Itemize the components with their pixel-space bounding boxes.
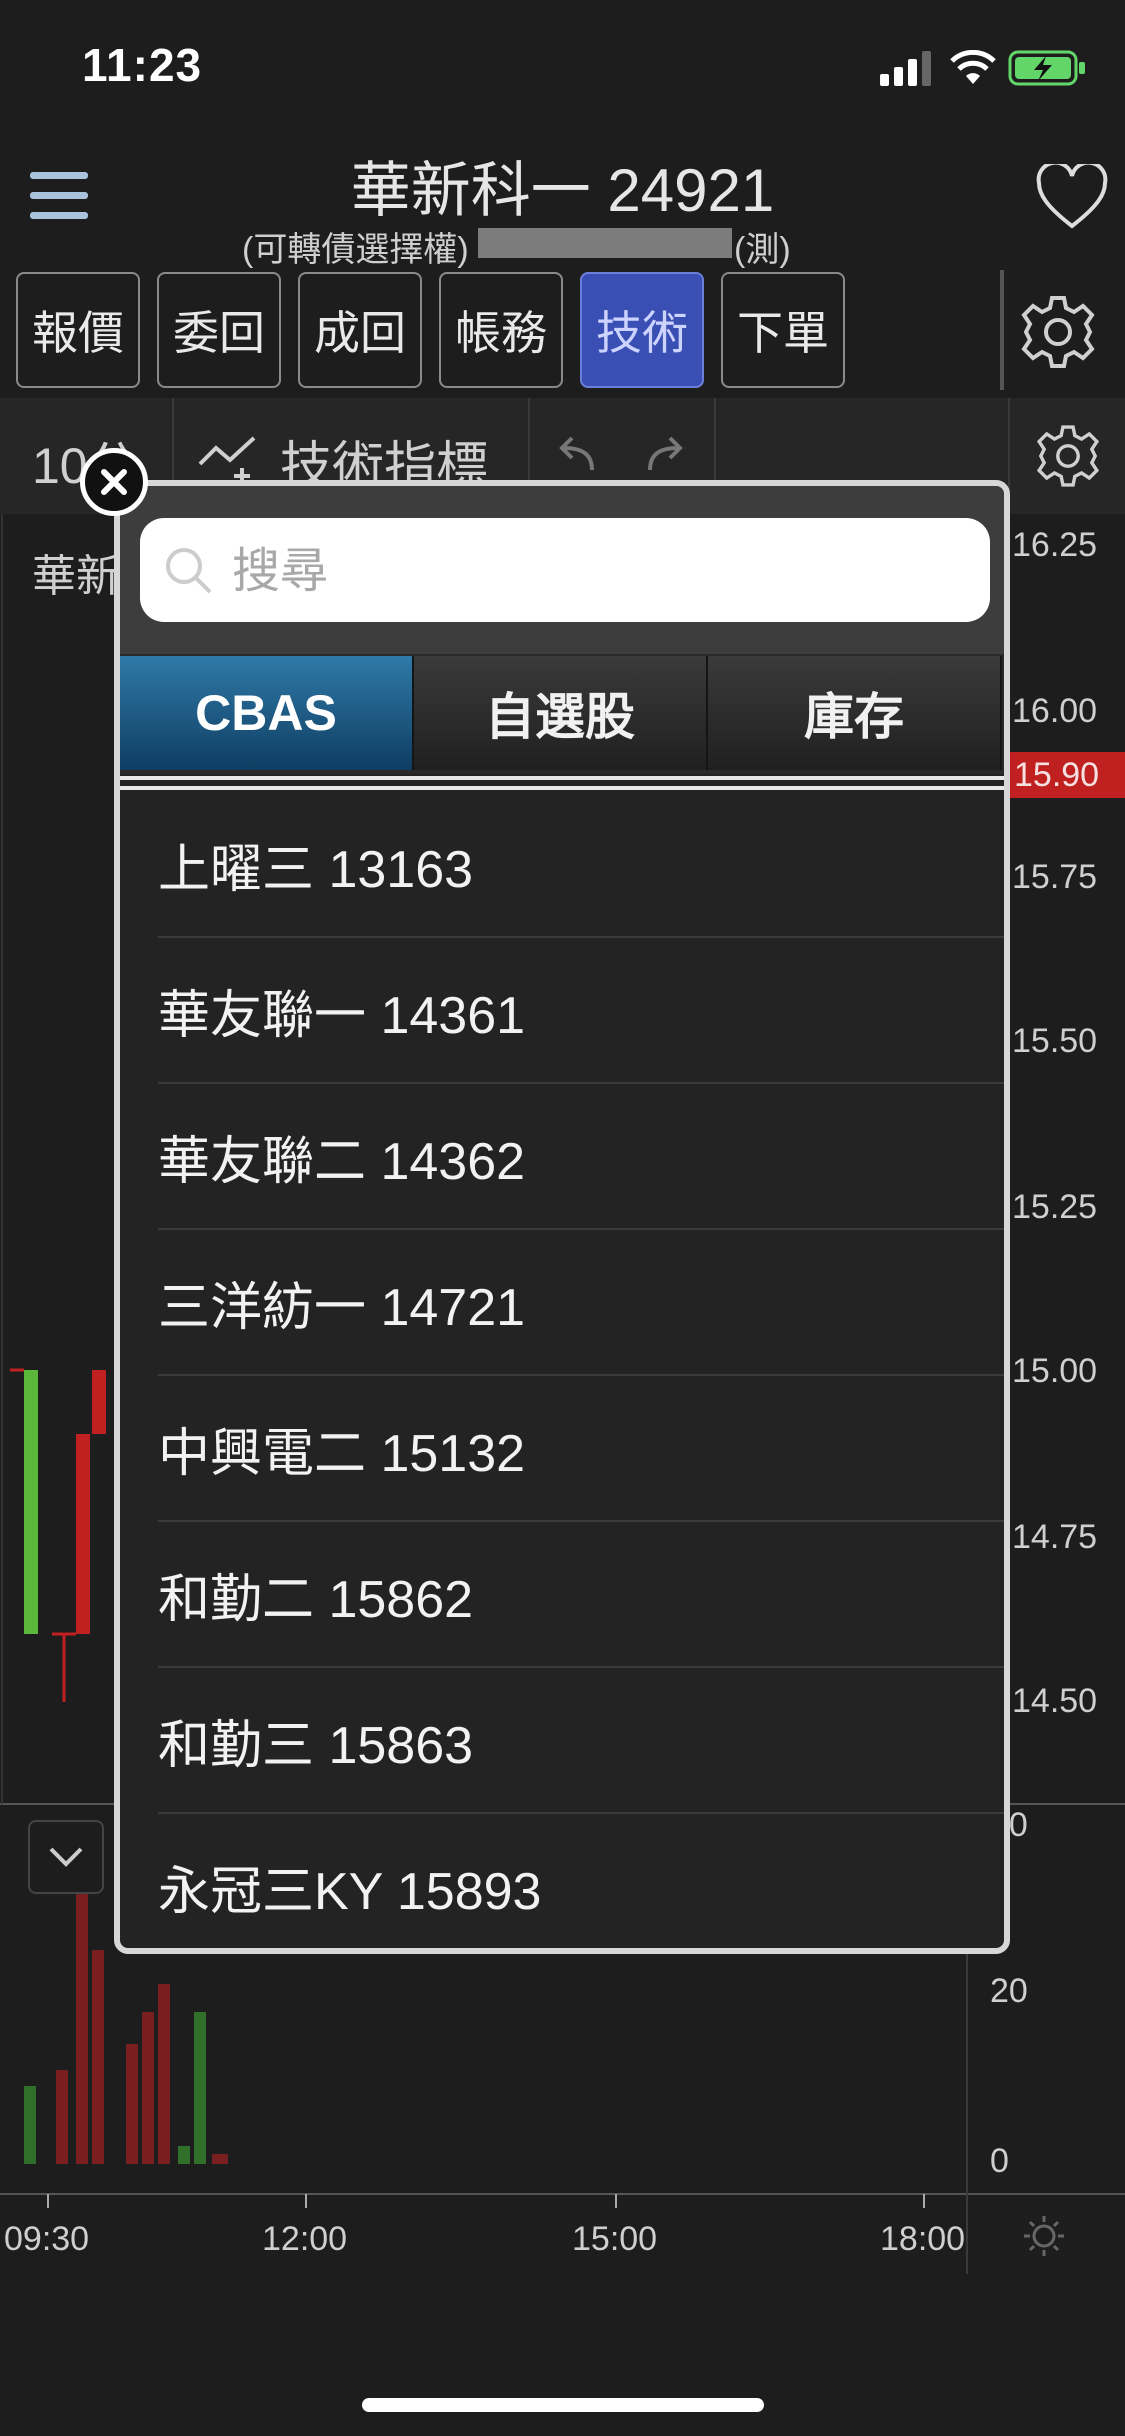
- time-axis-label: 18:00: [880, 2220, 966, 2258]
- price-axis-label: 14.50: [1012, 1682, 1098, 1720]
- volume-axis-label: 0: [990, 2142, 1009, 2180]
- list-item[interactable]: 華友聯二 14362: [158, 1084, 1004, 1230]
- search-area: [120, 486, 1004, 654]
- tab-holdings[interactable]: 庫存: [708, 656, 1002, 770]
- search-box[interactable]: [140, 518, 990, 624]
- current-price-badge: 15.90: [1010, 752, 1125, 798]
- tab-cbas[interactable]: CBAS: [120, 656, 414, 770]
- close-icon: [101, 469, 127, 495]
- tab-order-report[interactable]: 委回: [157, 272, 281, 388]
- price-axis-label: 15.25: [1012, 1188, 1098, 1226]
- tab-place-order[interactable]: 下單: [721, 272, 845, 388]
- list-item[interactable]: 和勤三 15863: [158, 1668, 1004, 1814]
- home-indicator[interactable]: [362, 2398, 764, 2412]
- tab-quote[interactable]: 報價: [16, 272, 140, 388]
- list-item[interactable]: 上曜三 13163: [158, 792, 1004, 938]
- subtitle-right: (測): [734, 231, 791, 269]
- tab-account[interactable]: 帳務: [439, 272, 563, 388]
- list-item[interactable]: 華友聯一 14361: [158, 938, 1004, 1084]
- popup-separator: [120, 776, 1004, 780]
- indicator-icon: [198, 436, 256, 484]
- search-icon: [166, 548, 212, 594]
- time-axis-label: 15:00: [572, 2220, 658, 2258]
- favorite-heart-icon[interactable]: [1036, 164, 1108, 230]
- price-axis-label: 14.75: [1012, 1518, 1098, 1556]
- settings-gear-icon[interactable]: [1018, 292, 1098, 372]
- chevron-down-icon: [49, 1847, 83, 1867]
- price-axis-label: 16.25: [1012, 526, 1098, 564]
- undo-icon[interactable]: [552, 432, 602, 482]
- status-time: 11:23: [82, 39, 203, 91]
- list-item[interactable]: 和勤二 15862: [158, 1522, 1004, 1668]
- tab-watchlist[interactable]: 自選股: [414, 656, 708, 770]
- time-axis-label: 09:30: [4, 2220, 90, 2258]
- cellular-signal-icon: [880, 51, 931, 86]
- price-axis-label: 16.00: [1012, 692, 1098, 730]
- stock-list: 上曜三 13163 華友聯一 14361 華友聯二 14362 三洋紡一 147…: [120, 792, 1004, 1948]
- wifi-icon: [950, 50, 996, 84]
- subtitle-redacted: [478, 228, 732, 258]
- search-input[interactable]: [230, 518, 974, 624]
- volume-panel-toggle[interactable]: [28, 1820, 104, 1894]
- tab-divider: [1000, 270, 1004, 390]
- popup-tabs: CBAS 自選股 庫存: [120, 654, 1004, 774]
- price-axis-label: 15.00: [1012, 1352, 1098, 1390]
- tab-trade-report[interactable]: 成回: [298, 272, 422, 388]
- price-axis-label: 15.50: [1012, 1022, 1098, 1060]
- chart-settings-gear-icon[interactable]: [1034, 422, 1102, 490]
- time-axis-label: 12:00: [262, 2220, 348, 2258]
- stock-picker-popup: CBAS 自選股 庫存 上曜三 13163 華友聯一 14361 華友聯二 14…: [114, 480, 1010, 1954]
- list-item[interactable]: 三洋紡一 14721: [158, 1230, 1004, 1376]
- tab-technical[interactable]: 技術: [580, 272, 704, 388]
- page-title: 華新科一 24921: [350, 157, 775, 224]
- list-item[interactable]: 中興電二 15132: [158, 1376, 1004, 1522]
- list-item[interactable]: 永冠三KY 15893: [158, 1814, 1004, 1948]
- battery-charging-icon: [1008, 50, 1085, 86]
- volume-axis-label: 20: [990, 1972, 1028, 2010]
- close-button[interactable]: [80, 448, 148, 516]
- brightness-icon[interactable]: [1022, 2214, 1066, 2258]
- popup-separator: [120, 786, 1004, 790]
- price-axis-label: 15.75: [1012, 858, 1098, 896]
- redo-icon[interactable]: [640, 432, 690, 482]
- subtitle-left: (可轉債選擇權): [242, 231, 469, 269]
